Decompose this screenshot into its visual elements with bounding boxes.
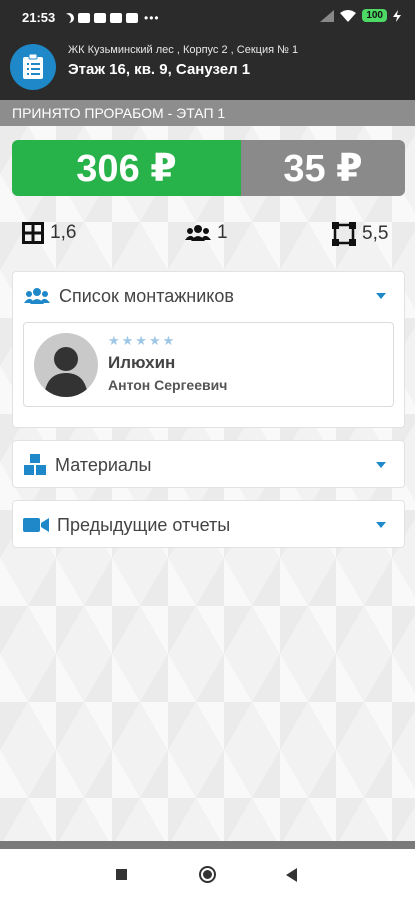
installers-label: Список монтажников <box>59 285 234 306</box>
system-nav-bar <box>0 849 415 900</box>
system-icons: 100 <box>320 9 401 22</box>
installers-card: Список монтажников ★★★★★ Илюхин Антон Се… <box>12 271 405 428</box>
users-icon <box>185 225 211 241</box>
price-bar: 306 ₽ 35 ₽ <box>12 140 405 196</box>
materials-card[interactable]: Материалы <box>12 440 405 488</box>
stat-area: 1,6 <box>22 222 76 244</box>
materials-header[interactable]: Материалы <box>13 441 404 489</box>
price-primary: 306 ₽ <box>12 140 241 196</box>
recents-icon[interactable] <box>116 869 127 880</box>
more-notifications-icon: ••• <box>144 11 160 25</box>
stage-status-bar: ПРИНЯТО ПРОРАБОМ - ЭТАП 1 <box>0 100 415 126</box>
clipboard-icon <box>10 44 56 90</box>
back-icon[interactable] <box>286 868 297 882</box>
home-icon[interactable] <box>199 866 216 883</box>
video-camera-icon <box>23 518 49 532</box>
reports-header[interactable]: Предыдущие отчеты <box>13 501 404 549</box>
vector-square-icon <box>332 222 356 246</box>
message-icon <box>78 13 90 23</box>
app-bar: ЖК Кузьминский лес , Корпус 2 , Секция №… <box>0 34 415 100</box>
battery-icon: 100 <box>362 9 387 22</box>
stats-row: 1,6 1 5,5 <box>22 222 397 248</box>
notification-icons: ••• <box>64 11 160 25</box>
video-icon <box>110 13 122 23</box>
chevron-down-icon[interactable] <box>376 522 386 528</box>
charging-icon <box>393 9 401 22</box>
boxes-icon <box>24 454 46 475</box>
chevron-down-icon[interactable] <box>376 293 386 299</box>
video-icon <box>94 13 106 23</box>
avatar <box>34 333 98 397</box>
video-icon <box>126 13 138 23</box>
stat-area-value: 1,6 <box>50 222 77 243</box>
worker-patronymic: Антон Сергеевич <box>108 377 228 393</box>
worker-surname: Илюхин <box>108 353 176 372</box>
main-content[interactable]: 306 ₽ 35 ₽ 1,6 1 5,5 Список монтажников … <box>0 126 415 841</box>
installers-header[interactable]: Список монтажников <box>13 272 404 320</box>
price-secondary: 35 ₽ <box>241 140 405 196</box>
materials-label: Материалы <box>55 454 152 475</box>
stat-workers-value: 1 <box>217 222 228 243</box>
status-time: 21:53 <box>22 10 56 25</box>
do-not-disturb-icon <box>64 13 74 23</box>
users-icon <box>24 288 50 304</box>
signal-icon <box>320 9 335 22</box>
reports-card[interactable]: Предыдущие отчеты <box>12 500 405 548</box>
bottom-divider <box>0 841 415 849</box>
stat-perimeter-value: 5,5 <box>362 223 389 244</box>
grid-icon <box>22 222 44 244</box>
worker-card[interactable]: ★★★★★ Илюхин Антон Сергеевич <box>23 322 394 407</box>
reports-label: Предыдущие отчеты <box>57 514 231 535</box>
chevron-down-icon[interactable] <box>376 462 386 468</box>
page-title: Этаж 16, кв. 9, Санузел 1 <box>68 61 251 78</box>
status-bar: 21:53 ••• 100 <box>0 0 415 34</box>
wifi-icon <box>340 9 357 22</box>
stat-workers: 1 <box>185 222 228 244</box>
stat-perimeter: 5,5 <box>332 222 388 246</box>
header-subtitle: ЖК Кузьминский лес , Корпус 2 , Секция №… <box>68 44 299 56</box>
rating-stars: ★★★★★ <box>108 333 177 348</box>
